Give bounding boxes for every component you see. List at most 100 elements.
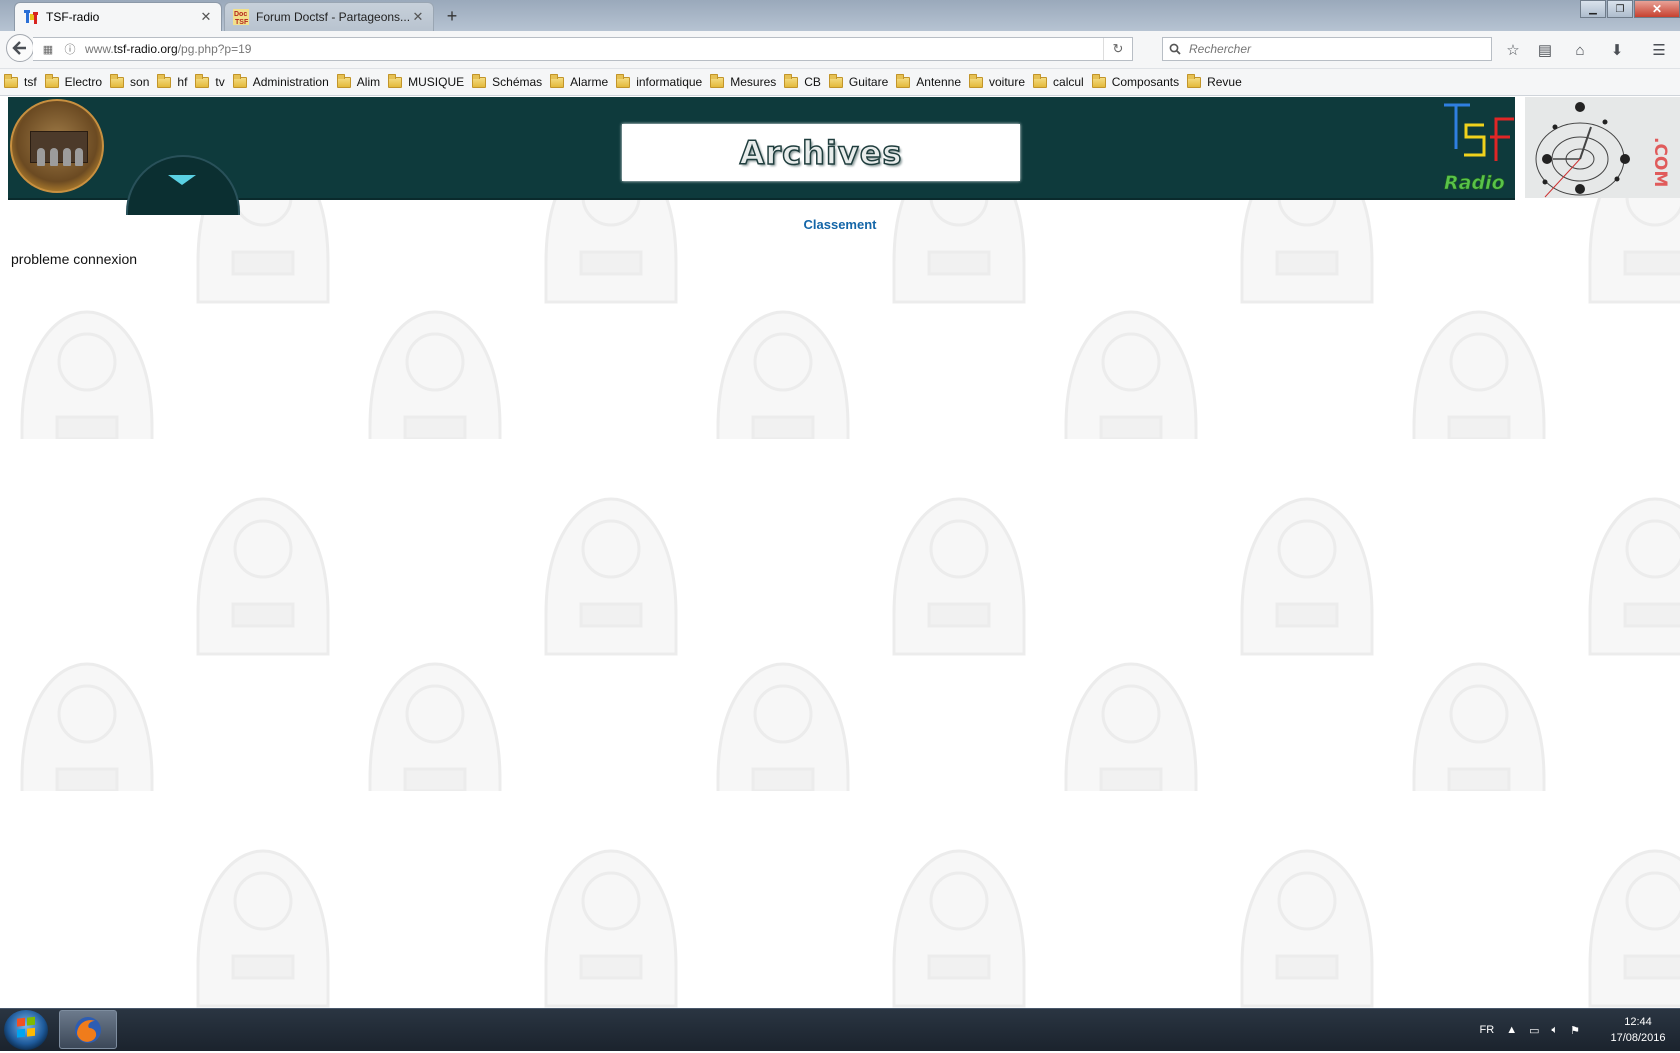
menu-dropdown-button[interactable] (126, 155, 240, 215)
reload-icon[interactable]: ↻ (1103, 38, 1132, 60)
folder-icon (784, 73, 799, 88)
action-center-flag-icon[interactable]: ⚑ (1570, 1024, 1580, 1037)
bookmark-label: MUSIQUE (408, 75, 465, 89)
page-content: Archives Radio .COM Classement probleme … (0, 97, 1680, 1008)
chevron-down-icon (168, 175, 196, 185)
bookmarks-toolbar: tsf Electro son hf tv Administration Ali… (0, 69, 1680, 96)
bookmark-label: son (130, 75, 150, 89)
folder-icon (472, 73, 487, 88)
close-window-button[interactable]: ✕ (1634, 0, 1680, 18)
bookmark-folder[interactable]: tsf (4, 73, 37, 89)
bookmark-folder[interactable]: CB (784, 73, 821, 89)
site-header-banner: Archives Radio .COM (8, 97, 1680, 215)
doc-tsf-favicon-icon: Doc TSF (233, 9, 249, 25)
address-bar[interactable]: ▦ ⓘ www.tsf-radio.org/pg.php?p=19 ↻ (33, 37, 1133, 61)
bookmark-label: Composants (1111, 75, 1180, 89)
close-tab-icon[interactable]: ✕ (199, 9, 213, 25)
tab-strip: TSF-radio ✕ Doc TSF Forum Doctsf - Parta… (0, 0, 1680, 31)
windows-taskbar: FR ▲ ▭ 🔈︎ ⚑ 12:44 17/08/2016 (0, 1008, 1680, 1051)
system-clock[interactable]: 12:44 17/08/2016 (1606, 1014, 1670, 1046)
network-icon[interactable]: ▭ (1529, 1024, 1539, 1037)
new-tab-button[interactable]: + (440, 5, 464, 27)
folder-icon (1091, 73, 1106, 88)
bookmark-label: Revue (1207, 75, 1242, 89)
language-indicator[interactable]: FR (1480, 1024, 1495, 1036)
home-icon[interactable]: ⌂ (1569, 39, 1591, 61)
bookmark-star-icon[interactable]: ☆ (1502, 39, 1524, 61)
bookmark-folder[interactable]: hf (157, 73, 188, 89)
classement-link[interactable]: Classement (804, 217, 877, 232)
bookmark-folder[interactable]: Antenne (896, 73, 961, 89)
tsf-radio-logo[interactable]: Radio (1440, 101, 1520, 193)
maximize-button[interactable]: ❐ (1607, 0, 1633, 18)
minimize-button[interactable]: ▁ (1580, 0, 1606, 18)
folder-icon (1187, 73, 1202, 88)
start-button[interactable] (4, 1010, 48, 1050)
bookmark-label: Electro (64, 75, 103, 89)
url-domain: tsf-radio.org (113, 42, 178, 56)
bookmark-folder[interactable]: Schémas (472, 73, 543, 89)
tab-tsf-radio[interactable]: TSF-radio ✕ (14, 2, 222, 31)
svg-text:TSF: TSF (235, 19, 249, 25)
bookmark-folder[interactable]: MUSIQUE (388, 73, 465, 89)
bookmark-label: tv (215, 75, 225, 89)
search-icon (1169, 43, 1181, 55)
bookmark-folder[interactable]: Alim (336, 73, 381, 89)
folder-icon (157, 73, 172, 88)
show-hidden-icons-icon[interactable]: ▲ (1506, 1024, 1517, 1036)
bookmark-folder[interactable]: Composants (1091, 73, 1180, 89)
logo-domain: .COM (1650, 137, 1670, 187)
close-tab-icon[interactable]: ✕ (411, 9, 425, 25)
bookmark-folder[interactable]: Mesures (710, 73, 776, 89)
menu-icon[interactable]: ☰ (1648, 39, 1670, 61)
bookmark-folder[interactable]: Alarme (550, 73, 609, 89)
download-icon[interactable]: ⬇ (1606, 39, 1628, 61)
folder-icon (44, 73, 59, 88)
info-icon[interactable]: ⓘ (59, 41, 81, 57)
bookmark-folder[interactable]: Electro (44, 73, 103, 89)
folder-icon (110, 73, 125, 88)
tab-forum-doctsf[interactable]: Doc TSF Forum Doctsf - Partageons... ✕ (224, 2, 434, 31)
search-input[interactable] (1187, 41, 1481, 57)
volume-icon[interactable]: 🔈︎ (1552, 1024, 1559, 1037)
page-title: Archives (739, 133, 903, 173)
radio-photo (10, 99, 104, 193)
folder-icon (1033, 73, 1048, 88)
tab-title: Forum Doctsf - Partageons... (256, 10, 411, 24)
logo-word: Radio (1444, 172, 1505, 193)
bookmark-folder[interactable]: voiture (969, 73, 1026, 89)
folder-icon (232, 73, 247, 88)
firefox-icon (75, 1016, 101, 1043)
bookmark-label: Antenne (916, 75, 961, 89)
window-controls: ▁ ❐ ✕ (1579, 0, 1680, 18)
bookmark-folder[interactable]: calcul (1033, 73, 1084, 89)
bookmark-label: hf (177, 75, 188, 89)
bookmark-label: Schémas (492, 75, 543, 89)
folder-icon (616, 73, 631, 88)
folder-icon (336, 73, 351, 88)
bookmark-folder[interactable]: Guitare (828, 73, 888, 89)
tab-title: TSF-radio (46, 10, 100, 24)
bookmark-folder[interactable]: informatique (616, 73, 702, 89)
search-bar[interactable] (1162, 37, 1492, 61)
taskbar-firefox-button[interactable] (59, 1010, 117, 1049)
bookmark-folder[interactable]: Revue (1187, 73, 1242, 89)
bookmark-label: Alarme (570, 75, 609, 89)
bookmark-folder[interactable]: son (110, 73, 150, 89)
folder-icon (710, 73, 725, 88)
bookmark-folder[interactable]: tv (195, 73, 225, 89)
bookmark-label: Administration (252, 75, 329, 89)
system-tray: FR ▲ ▭ 🔈︎ ⚑ 12:44 17/08/2016 (1474, 1009, 1670, 1051)
reading-list-icon[interactable]: ▤ (1534, 39, 1556, 61)
bookmark-label: CB (804, 75, 821, 89)
status-message: probleme connexion (11, 251, 138, 267)
back-button[interactable] (6, 34, 34, 62)
bookmark-label: voiture (989, 75, 1026, 89)
url-text[interactable]: www.tsf-radio.org/pg.php?p=19 (85, 42, 1103, 56)
bookmark-label: Alim (356, 75, 381, 89)
bookmark-folder[interactable]: Administration (232, 73, 329, 89)
tsf-favicon-icon (24, 10, 38, 24)
folder-icon (550, 73, 565, 88)
page-layout-icon[interactable]: ▦ (37, 43, 59, 56)
classement-link-row: Classement (0, 217, 1680, 232)
